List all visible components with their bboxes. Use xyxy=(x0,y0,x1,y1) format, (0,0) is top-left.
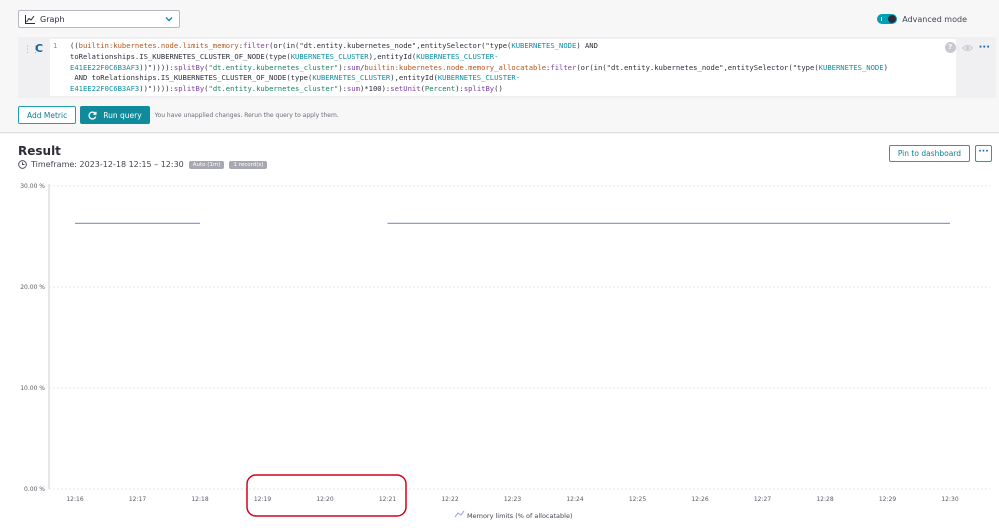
section-divider xyxy=(0,132,999,133)
query-editor: ⋮⋮ C 1 ((builtin:kubernetes.node.limits_… xyxy=(18,37,996,98)
query-letter: C xyxy=(35,42,44,55)
advanced-mode: Advanced mode xyxy=(877,14,967,24)
x-tick-label: 12:30 xyxy=(941,496,958,503)
visibility-eye-icon[interactable] xyxy=(961,44,973,52)
result-chart: 0.00 % 10.00 % 20.00 % 30.00 % 12:16 12:17 12:… xyxy=(20,183,990,520)
y-tick-label: 10.00 % xyxy=(20,385,45,392)
result-more-button[interactable]: ··· xyxy=(975,145,992,162)
x-tick-label: 12:24 xyxy=(566,496,583,503)
x-tick-label: 12:28 xyxy=(816,496,833,503)
refresh-icon xyxy=(88,111,97,120)
chevron-down-icon xyxy=(165,17,173,22)
legend-line-icon xyxy=(454,510,465,518)
result-title: Result xyxy=(18,144,61,158)
help-icon[interactable]: ? xyxy=(944,42,956,53)
x-tick-label: 12:19 xyxy=(254,496,271,503)
x-tick-label: 12:20 xyxy=(316,496,333,503)
y-tick-label: 0.00 % xyxy=(24,486,45,493)
x-tick-label: 12:16 xyxy=(66,496,83,503)
x-tick-label: 12:25 xyxy=(629,496,646,503)
x-tick-label: 12:21 xyxy=(379,496,396,503)
x-tick-label: 12:18 xyxy=(191,496,208,503)
query-more-button[interactable]: ··· xyxy=(979,42,990,53)
graph-icon xyxy=(25,14,35,24)
advanced-mode-toggle[interactable] xyxy=(877,14,898,24)
query-code[interactable]: ((builtin:kubernetes.node.limits_memory:… xyxy=(70,41,954,95)
clock-icon xyxy=(18,160,27,169)
timeframe-row: Timeframe: 2023-12-18 12:15 – 12:30 Auto… xyxy=(18,160,268,169)
x-tick-label: 12:23 xyxy=(504,496,521,503)
run-query-label: Run query xyxy=(103,110,142,120)
timeframe-text: Timeframe: 2023-12-18 12:15 – 12:30 xyxy=(31,160,184,169)
run-query-button[interactable]: Run query xyxy=(80,106,150,124)
result-panel: 0.00 % 10.00 % 20.00 % 30.00 % 12:16 12:17 12:… xyxy=(0,134,999,528)
records-badge: 1 record(s) xyxy=(229,160,268,169)
visualization-select[interactable]: Graph xyxy=(18,10,180,28)
add-metric-button[interactable]: Add Metric xyxy=(18,106,77,124)
query-controls: ? ··· xyxy=(944,42,990,53)
x-tick-label: 12:22 xyxy=(441,496,458,503)
y-tick-label: 20.00 % xyxy=(20,284,45,291)
visualization-select-value: Graph xyxy=(40,14,65,24)
query-actions: Add Metric Run query You have unapplied … xyxy=(18,106,339,124)
x-tick-label: 12:17 xyxy=(129,496,146,503)
legend-label: Memory limits (% of allocatable) xyxy=(467,512,573,520)
x-tick-label: 12:26 xyxy=(691,496,708,503)
top-toolbar: Graph Advanced mode xyxy=(0,0,999,34)
y-tick-label: 30.00 % xyxy=(20,183,45,190)
advanced-mode-label: Advanced mode xyxy=(902,14,967,24)
x-tick-label: 12:29 xyxy=(879,496,896,503)
code-editor[interactable]: 1 ((builtin:kubernetes.node.limits_memor… xyxy=(50,39,956,96)
x-tick-label: 12:27 xyxy=(754,496,771,503)
line-number: 1 xyxy=(53,42,58,50)
unapplied-changes-note: You have unapplied changes. Rerun the qu… xyxy=(154,111,339,119)
resolution-badge: Auto (1m) xyxy=(188,160,225,169)
pin-to-dashboard-button[interactable]: Pin to dashboard xyxy=(888,145,970,162)
